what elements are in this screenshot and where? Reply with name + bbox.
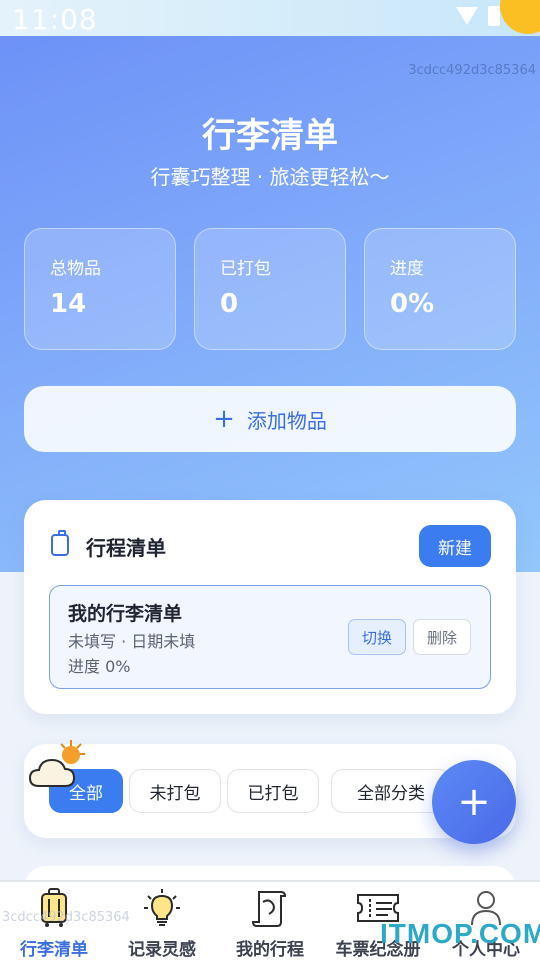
wifi-icon (456, 7, 478, 25)
watermark-logo: ITMOP.COM (380, 918, 540, 949)
add-item-button[interactable]: + 添加物品 (24, 386, 516, 452)
trip-name: 我的行李清单 (68, 603, 183, 625)
sun-icon (500, 0, 540, 34)
page-subtitle: 行囊巧整理 · 旅途更轻松～ (150, 165, 390, 189)
plus-icon: + (213, 404, 235, 434)
delete-trip-button[interactable]: 删除 (413, 619, 471, 655)
trip-list-card: 行程清单 新建 我的行李清单 未填写 · 日期未填 进度 0% 切换 删除 (24, 500, 516, 714)
battery-icon (488, 6, 500, 26)
stat-value: 0 (220, 289, 239, 319)
stat-card-packed: 已打包 0 (194, 228, 346, 350)
trip-progress: 进度 0% (68, 657, 131, 676)
trip-list-title: 行程清单 (86, 536, 166, 560)
stat-card-total: 总物品 14 (24, 228, 176, 350)
tab-my-trips[interactable]: 我的行程 (216, 882, 324, 960)
add-item-label: 添加物品 (246, 408, 327, 433)
stat-label: 总物品 (50, 259, 101, 279)
stat-value: 14 (50, 289, 87, 319)
stat-label: 已打包 (220, 259, 271, 279)
switch-trip-button[interactable]: 切换 (348, 619, 406, 655)
watermark-device-id: 3cdcc492d3c85364 (2, 910, 130, 925)
stat-label: 进度 (390, 259, 424, 279)
stat-card-progress: 进度 0% (364, 228, 516, 350)
status-time: 11:08 (12, 3, 98, 36)
stat-value: 0% (390, 289, 435, 319)
tab-label: 记录灵感 (128, 940, 196, 960)
tab-label: 我的行程 (236, 940, 304, 960)
filter-packed[interactable]: 已打包 (227, 769, 319, 813)
tab-label: 行李清单 (20, 940, 88, 960)
device-id: 3cdcc492d3c85364 (408, 63, 536, 78)
new-trip-button[interactable]: 新建 (419, 525, 491, 567)
status-bar: 11:08 (0, 0, 540, 36)
lightbulb-icon (140, 888, 184, 928)
status-icons (456, 6, 500, 26)
scroll-map-icon (248, 888, 292, 928)
trip-meta: 未填写 · 日期未填 (68, 632, 196, 651)
luggage-icon (51, 530, 69, 556)
add-fab-button[interactable]: + (432, 760, 516, 844)
weather-cloud-sun-icon (28, 740, 85, 787)
filter-unpacked[interactable]: 未打包 (129, 769, 221, 813)
trip-list-item[interactable]: 我的行李清单 未填写 · 日期未填 进度 0% 切换 删除 (49, 585, 491, 689)
page-title: 行李清单 (202, 116, 338, 156)
